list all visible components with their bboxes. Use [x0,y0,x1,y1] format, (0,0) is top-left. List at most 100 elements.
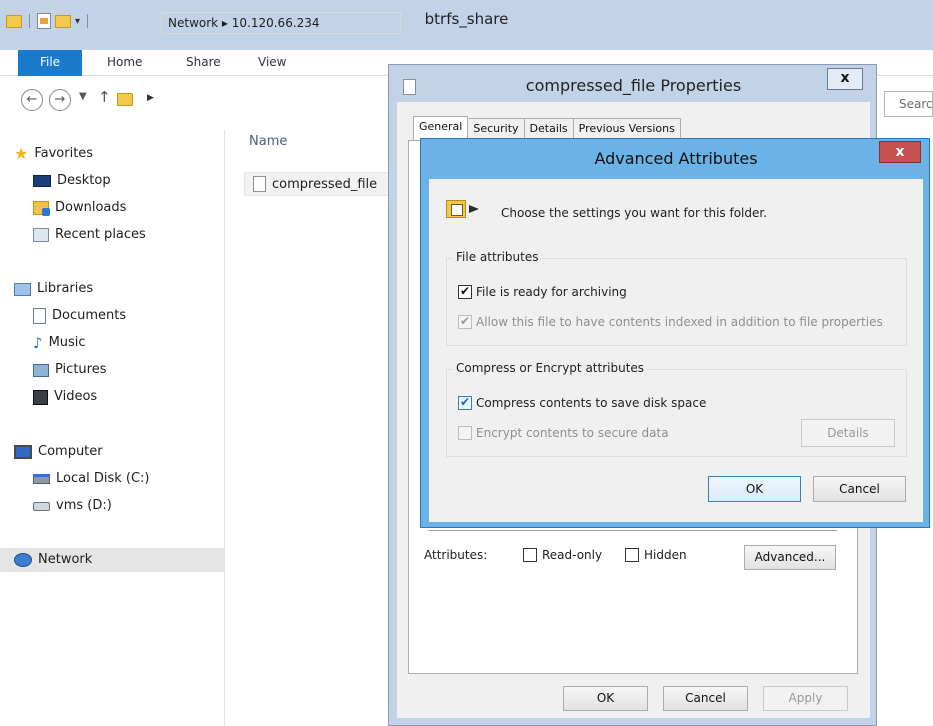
pictures-icon [33,363,49,377]
nav-computer[interactable]: Computer [14,440,103,464]
documents-icon [33,308,46,324]
nav-favorites[interactable]: ★ Favorites [14,142,93,166]
nav-label: Desktop [57,173,111,188]
ok-button[interactable]: OK [708,476,801,502]
nav-downloads[interactable]: Downloads [33,196,126,220]
column-header-name[interactable]: Name [249,134,287,149]
file-row[interactable]: compressed_file [244,172,389,196]
nav-pictures[interactable]: Pictures [33,358,106,382]
breadcrumb-chevron-icon[interactable]: ▶ [147,93,154,103]
nav-label: Pictures [55,362,107,377]
nav-libraries[interactable]: Libraries [14,277,93,301]
nav-network[interactable]: Network [0,548,224,572]
tab-previous-versions[interactable]: Previous Versions [572,118,681,140]
read-only-box[interactable] [523,548,537,562]
folder-settings-icon [446,200,466,218]
compress-checkbox[interactable]: Compress contents to save disk space [458,395,707,410]
arrow-icon [469,205,479,213]
star-icon: ★ [14,144,29,163]
nav-vms-drive[interactable]: vms (D:) [33,494,112,518]
tab-security[interactable]: Security [467,118,525,140]
title-bar: ▾ btrfs_share [0,0,933,50]
nav-music[interactable]: ♪ Music [33,331,86,355]
drive-icon [33,501,50,511]
hidden-box[interactable] [625,548,639,562]
libraries-icon [14,282,31,296]
up-arrow-icon[interactable]: ↑ [98,88,111,106]
read-only-checkbox[interactable]: Read-only [523,548,602,562]
tab-details[interactable]: Details [523,118,574,140]
attributes-label: Attributes: [424,548,488,562]
details-button[interactable]: Details [801,419,895,447]
address-bar[interactable]: Network ▸ 10.120.66.234 [161,12,401,34]
tab-home[interactable]: Home [107,50,142,76]
nav-label: vms (D:) [56,498,112,513]
advanced-body [429,179,923,522]
compress-label: Compress contents to save disk space [476,396,707,410]
archive-label: File is ready for archiving [476,285,627,299]
local-disk-icon [33,474,50,484]
encrypt-label: Encrypt contents to secure data [476,426,669,440]
hidden-label: Hidden [644,548,687,562]
file-attributes-group [446,258,907,346]
nav-videos[interactable]: Videos [33,385,97,409]
index-checkbox: Allow this file to have contents indexed… [458,314,883,329]
nav-label: Computer [38,444,103,459]
recent-locations-icon[interactable]: ▼ [79,91,87,102]
archive-checkbox[interactable]: File is ready for archiving [458,284,627,299]
nav-label: Local Disk (C:) [56,471,150,486]
nav-label: Favorites [34,146,94,161]
tab-view[interactable]: View [258,50,286,76]
nav-documents[interactable]: Documents [33,304,126,328]
properties-tabs: General Security Details Previous Versio… [413,116,681,140]
nav-label: Recent places [55,227,146,242]
index-box [458,314,472,329]
file-attributes-label: File attributes [453,250,542,264]
network-location-icon [117,93,133,106]
cancel-button[interactable]: Cancel [813,476,906,502]
advanced-button[interactable]: Advanced... [744,545,836,570]
file-name: compressed_file [272,176,378,192]
encrypt-checkbox[interactable]: Encrypt contents to secure data [458,426,669,440]
read-only-label: Read-only [542,548,603,562]
downloads-icon [33,201,50,216]
tab-share[interactable]: Share [186,50,221,76]
nav-label: Music [48,335,86,350]
tab-general[interactable]: General [413,116,469,140]
encrypt-box[interactable] [458,426,472,440]
divider [428,530,837,531]
window-title: btrfs_share [424,10,509,28]
compress-encrypt-label: Compress or Encrypt attributes [453,361,648,375]
forward-icon[interactable]: → [49,89,71,111]
file-icon [253,176,266,192]
hidden-checkbox[interactable]: Hidden [625,548,687,562]
archive-box[interactable] [458,284,472,299]
nav-label: Libraries [37,281,94,296]
close-button[interactable]: x [879,141,921,163]
index-label: Allow this file to have contents indexed… [476,315,883,329]
computer-icon [14,445,32,459]
recent-places-icon [33,228,49,242]
videos-icon [33,389,48,405]
network-icon [14,553,32,567]
music-icon: ♪ [33,334,43,352]
nav-label: Documents [52,308,127,323]
advanced-title: Advanced Attributes [594,149,758,168]
nav-recent-places[interactable]: Recent places [33,223,146,247]
search-input[interactable]: Searc [884,91,933,117]
cancel-button[interactable]: Cancel [663,686,748,711]
close-button[interactable]: x [827,68,863,90]
nav-label: Network [38,552,93,567]
apply-button[interactable]: Apply [763,686,848,711]
nav-label: Downloads [55,200,127,215]
ok-button[interactable]: OK [563,686,648,711]
intro-text: Choose the settings you want for this fo… [501,206,768,220]
back-icon[interactable]: ← [21,89,43,111]
compress-box[interactable] [458,395,472,410]
nav-local-disk[interactable]: Local Disk (C:) [33,467,149,491]
nav-desktop[interactable]: Desktop [33,169,111,193]
desktop-icon [33,175,51,187]
nav-label: Videos [54,389,98,404]
properties-title: compressed_file Properties [525,76,742,95]
tab-file[interactable]: File [18,50,82,76]
